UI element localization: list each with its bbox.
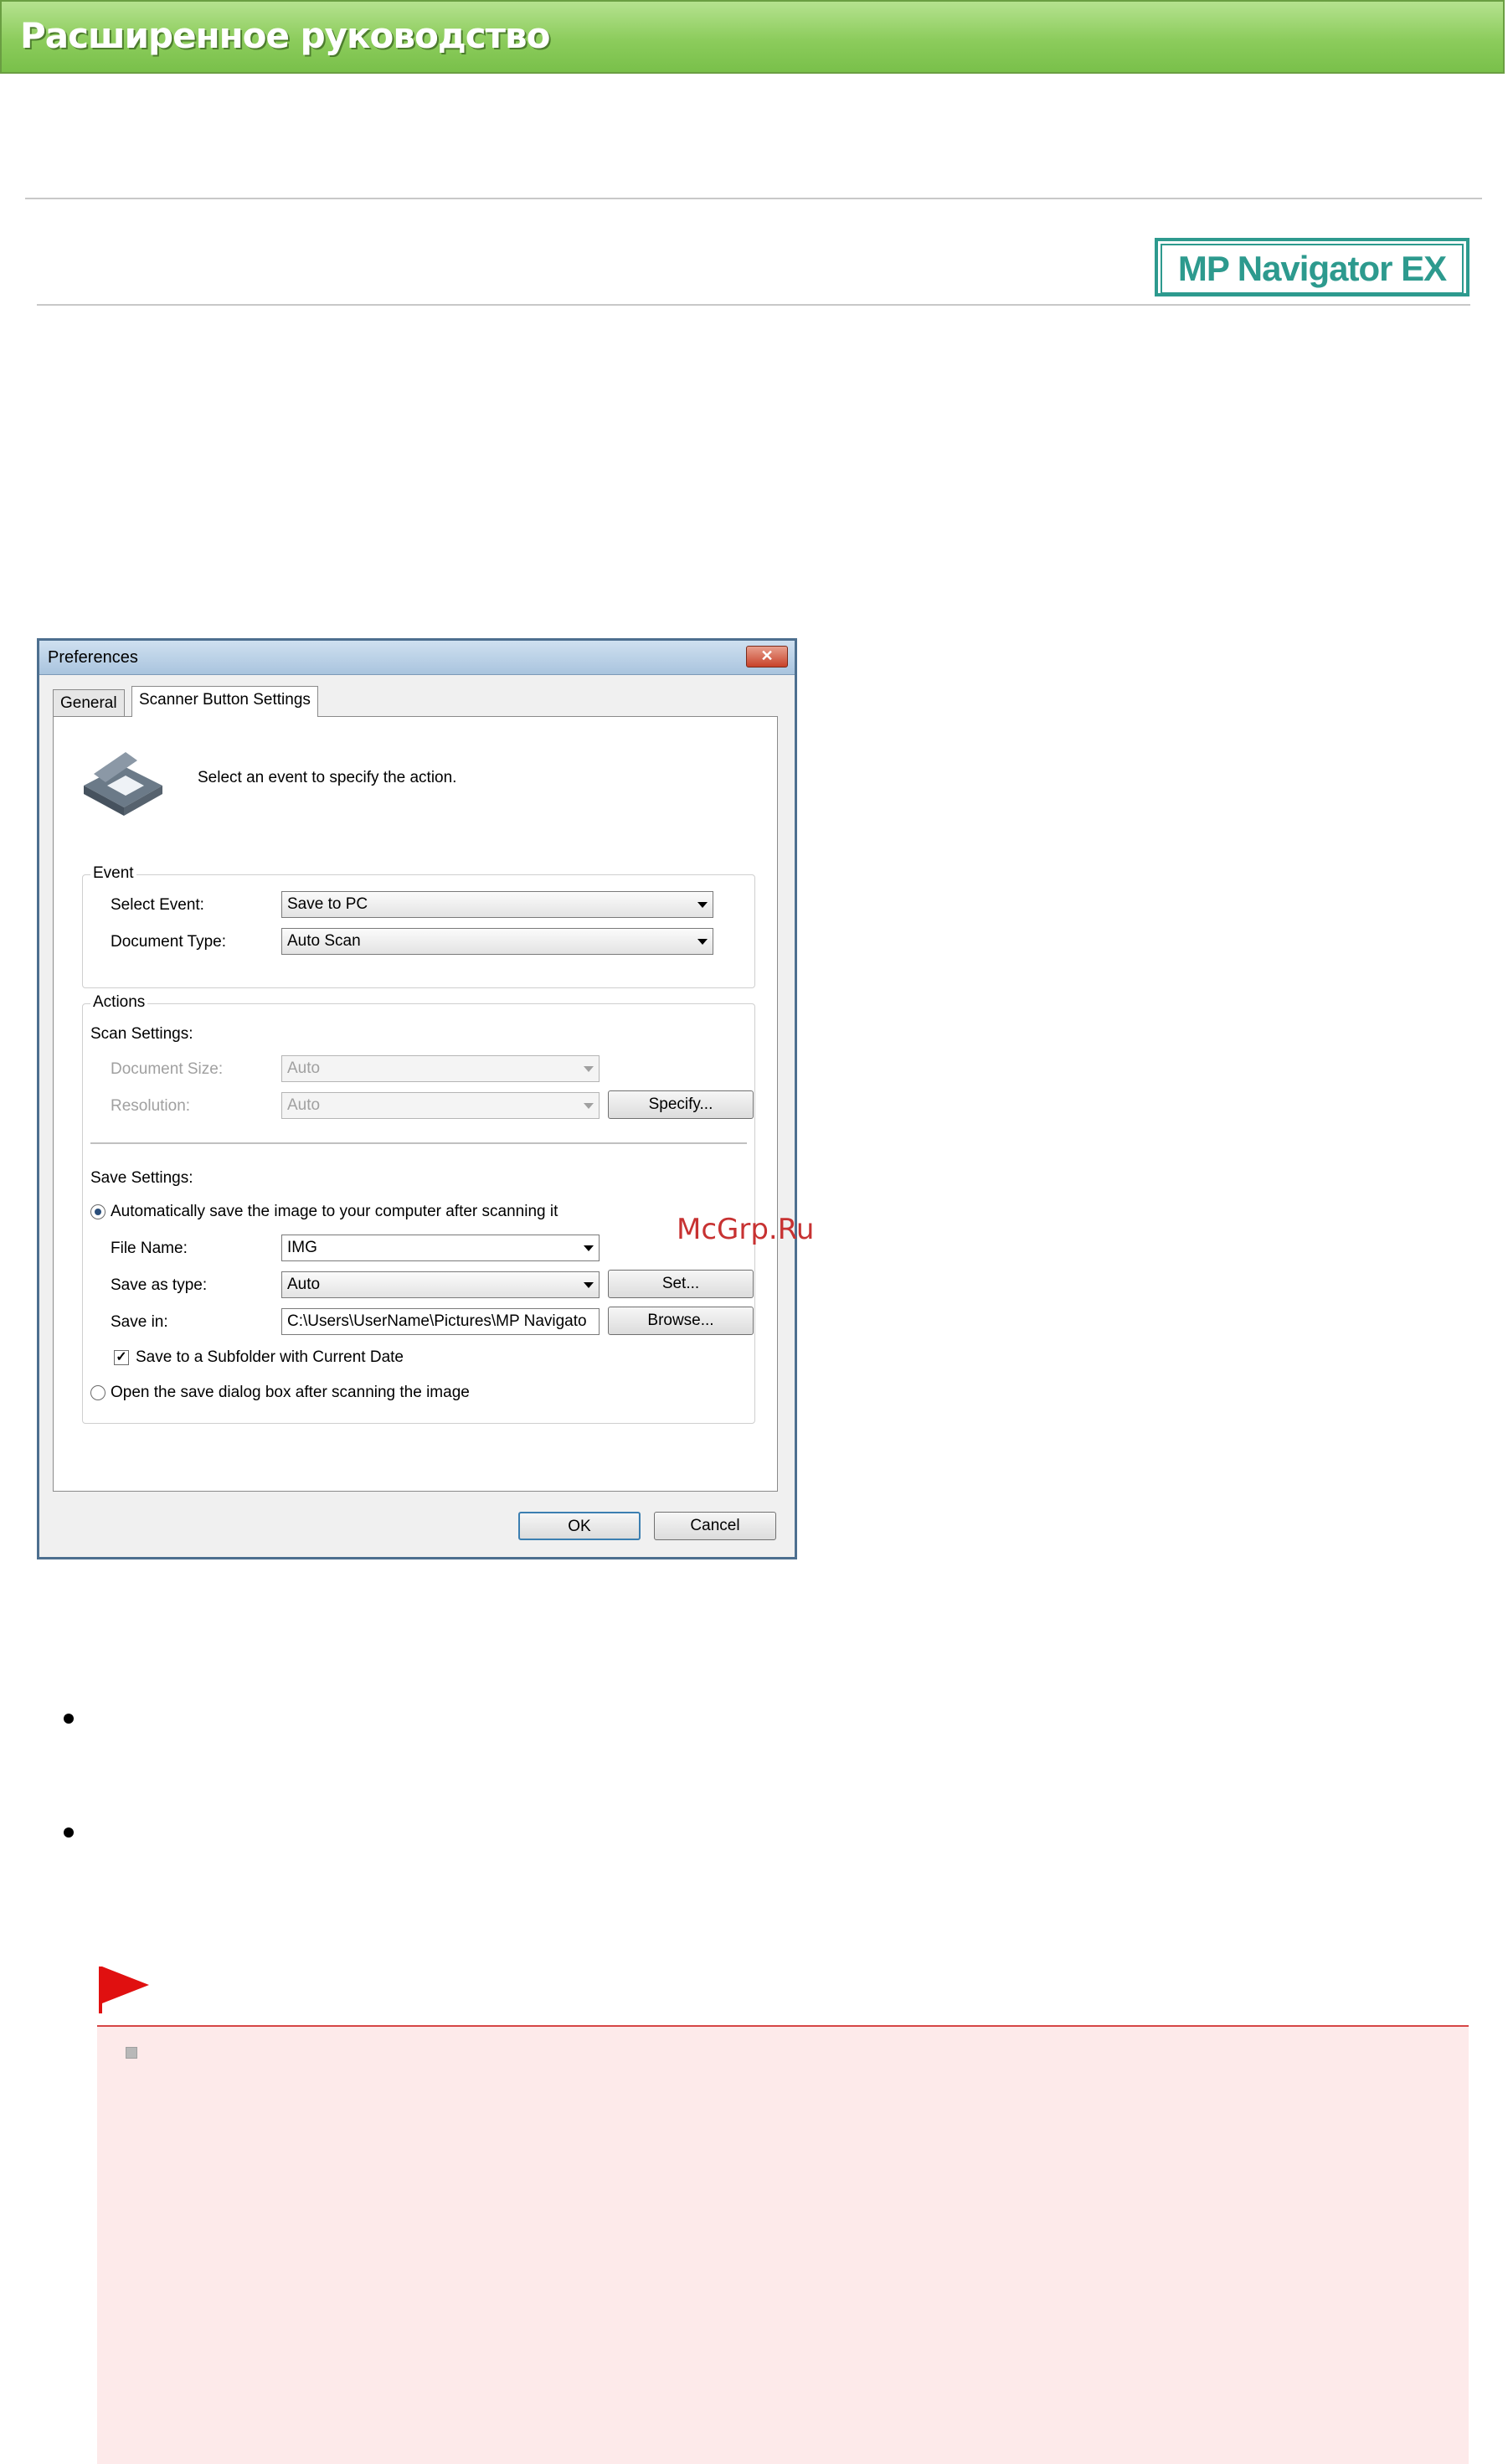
header-bar: Расширенное руководство bbox=[0, 0, 1505, 74]
auto-save-radio-label[interactable]: Automatically save the image to your com… bbox=[111, 1203, 558, 1221]
chevron-down-icon bbox=[584, 1282, 594, 1288]
save-as-type-value: Auto bbox=[287, 1276, 321, 1293]
tab-panel: Select an event to specify the action. E… bbox=[53, 716, 778, 1492]
chevron-down-icon bbox=[584, 1066, 594, 1072]
file-name-input[interactable]: IMG bbox=[281, 1235, 600, 1261]
document-type-dropdown[interactable]: Auto Scan bbox=[281, 928, 713, 955]
scanner-icon bbox=[84, 752, 162, 816]
resolution-label: Resolution: bbox=[111, 1097, 191, 1115]
select-event-label: Select Event: bbox=[111, 896, 204, 914]
list-bullet bbox=[64, 1827, 74, 1838]
open-dialog-radio-label[interactable]: Open the save dialog box after scanning … bbox=[111, 1384, 470, 1402]
watermark: McGrp.Ru bbox=[677, 1213, 815, 1246]
resolution-value: Auto bbox=[287, 1096, 321, 1114]
resolution-dropdown[interactable]: Auto bbox=[281, 1092, 600, 1119]
document-type-label: Document Type: bbox=[111, 933, 227, 951]
chevron-down-icon bbox=[584, 1103, 594, 1109]
tab-scanner-button-settings[interactable]: Scanner Button Settings bbox=[131, 686, 318, 717]
chevron-down-icon bbox=[697, 902, 708, 908]
select-event-dropdown[interactable]: Save to PC bbox=[281, 891, 713, 918]
save-in-field[interactable]: C:\Users\UserName\Pictures\MP Navigato bbox=[281, 1308, 600, 1335]
actions-separator bbox=[90, 1142, 747, 1144]
document-type-value: Auto Scan bbox=[287, 932, 361, 950]
save-as-type-dropdown[interactable]: Auto bbox=[281, 1271, 600, 1298]
specify-button[interactable]: Specify... bbox=[608, 1090, 754, 1119]
subfolder-checkbox-label[interactable]: Save to a Subfolder with Current Date bbox=[136, 1348, 404, 1367]
set-button[interactable]: Set... bbox=[608, 1270, 754, 1298]
close-icon[interactable]: ✕ bbox=[746, 646, 788, 668]
logo-text: MP Navigator EX bbox=[1161, 244, 1464, 294]
document-size-dropdown[interactable]: Auto bbox=[281, 1055, 600, 1082]
auto-save-radio[interactable] bbox=[90, 1204, 106, 1219]
save-settings-label: Save Settings: bbox=[90, 1169, 193, 1187]
document-size-label: Document Size: bbox=[111, 1060, 224, 1078]
file-name-label: File Name: bbox=[111, 1240, 188, 1257]
actions-legend: Actions bbox=[90, 993, 148, 1012]
tab-general[interactable]: General bbox=[53, 689, 125, 717]
chevron-down-icon bbox=[584, 1245, 594, 1251]
ok-button[interactable]: OK bbox=[518, 1512, 641, 1540]
note-bullet bbox=[126, 2047, 137, 2059]
preferences-dialog: Preferences ✕ General Scanner Button Set… bbox=[37, 638, 797, 1559]
chevron-down-icon bbox=[697, 939, 708, 945]
divider-under-logo bbox=[37, 304, 1470, 306]
save-as-type-label: Save as type: bbox=[111, 1276, 208, 1294]
divider-top bbox=[25, 198, 1482, 199]
select-event-value: Save to PC bbox=[287, 895, 368, 913]
scan-settings-label: Scan Settings: bbox=[90, 1025, 193, 1043]
file-name-value: IMG bbox=[287, 1239, 317, 1256]
save-in-label: Save in: bbox=[111, 1313, 168, 1331]
header-title: Расширенное руководство bbox=[20, 15, 550, 56]
mp-navigator-logo: MP Navigator EX bbox=[1155, 238, 1469, 296]
list-bullet bbox=[64, 1714, 74, 1724]
dialog-title: Preferences bbox=[48, 648, 138, 667]
important-note-box bbox=[97, 2027, 1469, 2464]
event-legend: Event bbox=[90, 864, 136, 883]
dialog-titlebar: Preferences ✕ bbox=[39, 641, 795, 675]
flag-icon bbox=[99, 1967, 149, 2013]
document-size-value: Auto bbox=[287, 1059, 321, 1077]
subfolder-checkbox[interactable]: ✓ bbox=[114, 1350, 129, 1365]
intro-text: Select an event to specify the action. bbox=[198, 769, 457, 786]
open-dialog-radio[interactable] bbox=[90, 1385, 106, 1400]
browse-button[interactable]: Browse... bbox=[608, 1307, 754, 1335]
cancel-button[interactable]: Cancel bbox=[654, 1512, 776, 1540]
